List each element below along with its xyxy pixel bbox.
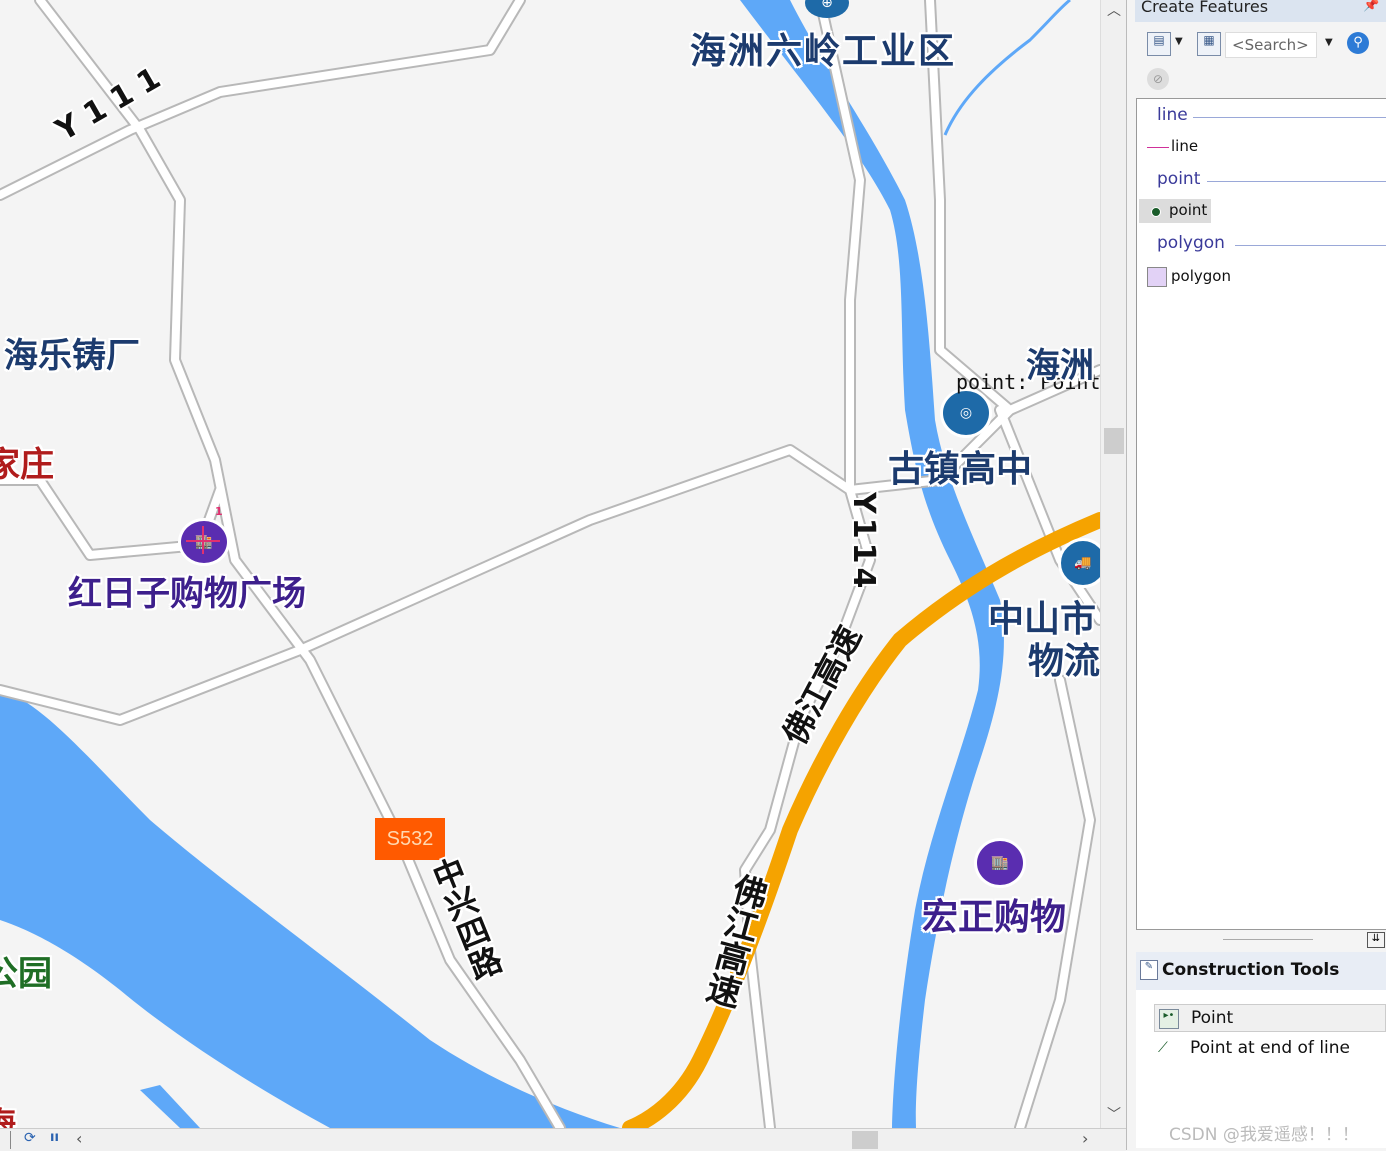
school-poi-icon[interactable]: ◎ (940, 388, 992, 438)
clear-search-icon[interactable]: ⊘ (1147, 68, 1169, 90)
group-header-line: line (1157, 105, 1188, 125)
scroll-up-icon[interactable]: ︿ (1107, 0, 1121, 20)
map-vertical-scrollbar[interactable]: ︿ ﹀ (1100, 0, 1127, 1128)
tool-label: Point (1191, 1008, 1234, 1028)
label-haizhou: 海洲 (1026, 346, 1094, 386)
view-separator (10, 1131, 11, 1149)
panel-splitter[interactable] (1223, 939, 1313, 940)
label-industrial-zone: 海洲六岭工业区 (690, 31, 957, 72)
label-logistics-line2: 物流 (1028, 641, 1100, 682)
construction-tools-title: Construction Tools (1162, 960, 1340, 980)
map-canvas[interactable]: ⊕ ◎ 🚚 🏬 🏬 1 海洲六岭工业区 Y111 海乐铸厂 家庄 红日子购物广场… (0, 0, 1100, 1128)
label-foundry: 海乐铸厂 (4, 336, 140, 376)
group-divider (1235, 245, 1386, 246)
search-input[interactable]: <Search> (1225, 32, 1317, 58)
template-list: line line point point polygon polygon (1136, 98, 1386, 930)
template-item-polygon[interactable]: polygon (1139, 265, 1386, 289)
water-strip (140, 1085, 200, 1128)
watermark: CSDN @我爱遥感！！！ (1169, 1125, 1359, 1145)
label-village: 家庄 (0, 445, 54, 485)
search-dropdown-icon[interactable]: ▼ (1325, 37, 1333, 48)
pin-icon[interactable]: 📌 (1363, 0, 1379, 13)
dropdown-arrow-icon[interactable]: ▼ (1175, 36, 1183, 47)
label-road-y114: Y114 (846, 492, 881, 593)
scroll-right-icon[interactable]: › (1082, 1129, 1088, 1148)
template-item-label: polygon (1171, 267, 1231, 285)
template-item-point[interactable]: point (1139, 199, 1211, 223)
stream (943, 0, 1071, 136)
scroll-left-icon[interactable]: ‹ (76, 1129, 82, 1148)
vertical-scroll-thumb[interactable] (1104, 428, 1124, 454)
tool-point[interactable]: ▸• Point (1154, 1004, 1386, 1032)
polygon-swatch-icon (1147, 267, 1167, 287)
label-guzhen-high: 古镇高中 (888, 449, 1033, 490)
line-swatch-icon (1147, 147, 1169, 148)
label-bottom: 海 (0, 1106, 16, 1128)
scroll-down-icon[interactable]: ﹀ (1107, 1104, 1121, 1124)
label-hongzheng-shop: 宏正购物 (922, 897, 1067, 938)
point-tool-icon: ▸• (1159, 1009, 1179, 1029)
group-header-polygon: polygon (1157, 233, 1225, 253)
point-swatch-icon (1151, 207, 1161, 217)
tool-point-at-end-of-line[interactable]: ⟋ Point at end of line (1154, 1036, 1386, 1064)
construction-tools: ✎ Construction Tools ▸• Point ⟋ Point at… (1136, 952, 1386, 1148)
tool-label: Point at end of line (1190, 1038, 1350, 1058)
construction-tools-header: ✎ Construction Tools (1136, 952, 1386, 990)
template-item-label: line (1171, 137, 1199, 155)
line-end-tool-icon: ⟋ (1158, 1040, 1168, 1056)
label-hongrizi-mall: 红日子购物广场 (68, 574, 306, 614)
logistics-poi-icon[interactable]: 🚚 (1058, 538, 1100, 588)
create-features-panel: Create Features 📌 ▤ ▼ ▦ <Search> ▼ ⚲ ⊘ l… (1126, 0, 1386, 1150)
panel-titlebar: Create Features 📌 (1135, 0, 1386, 22)
construction-tools-icon: ✎ (1140, 960, 1158, 980)
panel-title: Create Features (1141, 0, 1269, 16)
refresh-icon[interactable]: ⟳ (24, 1130, 36, 1146)
label-park: 公园 (0, 954, 52, 994)
organize-templates-icon[interactable]: ▤ (1147, 32, 1171, 56)
group-divider (1207, 181, 1386, 182)
route-badge: S532 (375, 818, 445, 860)
map-drawing (0, 0, 1100, 1128)
marker-tag-icon: 1 (215, 505, 223, 518)
collapse-icon[interactable]: ⇊ (1367, 932, 1385, 948)
group-header-point: point (1157, 169, 1201, 189)
template-view-icon[interactable]: ▦ (1197, 32, 1221, 56)
group-divider (1193, 117, 1386, 118)
template-item-label: point (1169, 201, 1208, 219)
shop-poi-icon[interactable]: 🏬 (974, 838, 1026, 888)
search-icon[interactable]: ⚲ (1347, 32, 1369, 54)
edit-point-marker[interactable] (186, 526, 220, 554)
pause-icon[interactable]: ıı (50, 1130, 59, 1145)
template-item-line[interactable]: line (1139, 135, 1386, 159)
horizontal-scroll-thumb[interactable] (852, 1131, 878, 1149)
map-status-scrollbar[interactable]: ⟳ ıı ‹ › (0, 1128, 1126, 1151)
